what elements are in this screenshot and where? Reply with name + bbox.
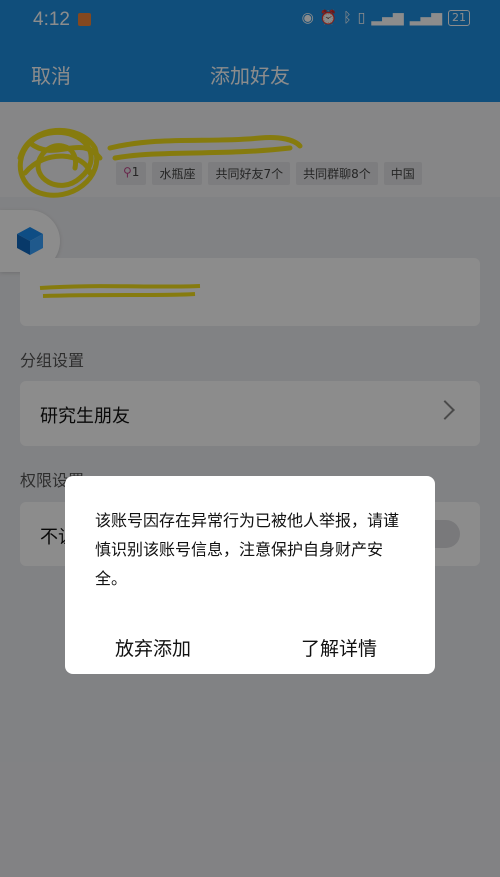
- warning-dialog: 该账号因存在异常行为已被他人举报，请谨慎识别该账号信息，注意保护自身财产安全。 …: [65, 476, 435, 674]
- abandon-add-button[interactable]: 放弃添加: [115, 634, 191, 661]
- dialog-message: 该账号因存在异常行为已被他人举报，请谨慎识别该账号信息，注意保护自身财产安全。: [95, 511, 400, 588]
- learn-details-button[interactable]: 了解详情: [301, 634, 377, 661]
- modal-overlay: [0, 0, 500, 877]
